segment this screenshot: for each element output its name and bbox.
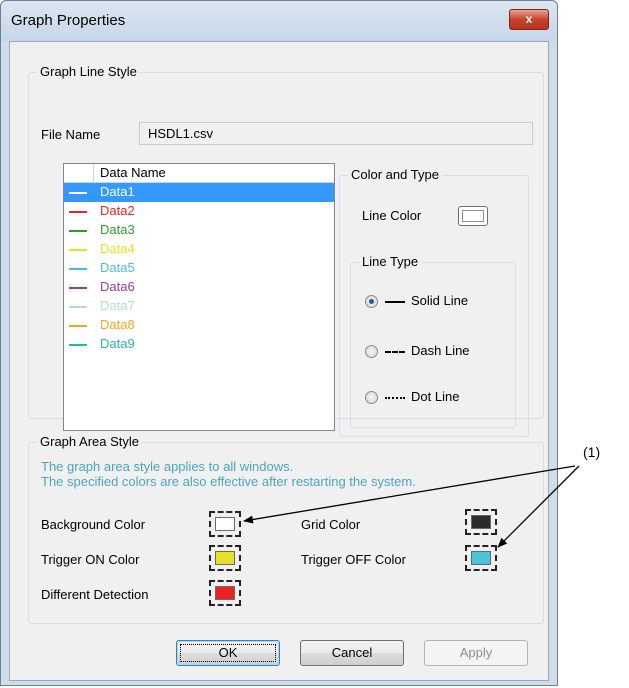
line-color-sample-icon xyxy=(69,249,87,251)
dialog-title: Graph Properties xyxy=(11,12,126,29)
data-name-column-header[interactable]: Data Name xyxy=(100,165,166,181)
list-item-label: Data8 xyxy=(100,317,135,332)
graph-area-style-group: Graph Area Style The graph area style ap… xyxy=(28,434,544,624)
line-color-sample-icon xyxy=(69,287,87,289)
list-item[interactable]: Data9 xyxy=(64,335,334,354)
list-item[interactable]: Data8 xyxy=(64,316,334,335)
data-name-list[interactable]: Data Name Data1 Data2 Data3 Data4 Data5 Data6… xyxy=(63,163,335,431)
background-color-swatch xyxy=(215,517,235,531)
graph-line-style-title: Graph Line Style xyxy=(37,64,140,80)
trigger-on-color-label: Trigger ON Color xyxy=(41,552,140,567)
background-color-label: Background Color xyxy=(41,517,146,532)
list-rows: Data1 Data2 Data3 Data4 Data5 Data6 Data7 Data8… xyxy=(64,183,334,354)
area-style-info-line-1: The graph area style applies to all wind… xyxy=(41,459,294,474)
list-item-label: Data5 xyxy=(100,260,135,275)
trigger-off-color-swatch xyxy=(471,551,491,565)
solid-line-label[interactable]: Solid Line xyxy=(411,293,468,309)
different-detection-color-swatch xyxy=(215,586,235,600)
cancel-button-label: Cancel xyxy=(331,645,373,660)
line-color-button[interactable] xyxy=(458,206,488,226)
graph-area-style-title: Graph Area Style xyxy=(37,434,142,450)
area-style-info-line-2: The specified colors are also effective … xyxy=(41,474,416,489)
list-header-swatch-column xyxy=(64,164,94,182)
list-item[interactable]: Data1 xyxy=(64,183,334,202)
dot-line-radio[interactable] xyxy=(365,391,378,404)
dash-line-sample-icon xyxy=(385,351,405,353)
dot-line-label[interactable]: Dot Line xyxy=(411,389,459,405)
line-color-sample-icon xyxy=(69,306,87,308)
apply-button-label: Apply xyxy=(459,645,493,660)
different-detection-color-button[interactable] xyxy=(209,580,241,606)
line-color-sample-icon xyxy=(69,325,87,327)
line-color-label: Line Color xyxy=(362,208,422,223)
list-item-label: Data3 xyxy=(100,222,135,237)
list-item-label: Data2 xyxy=(100,203,135,218)
background-color-button[interactable] xyxy=(209,511,241,537)
list-item-label: Data7 xyxy=(100,298,135,313)
file-name-field: HSDL1.csv xyxy=(139,122,533,145)
trigger-on-color-swatch xyxy=(215,551,235,565)
list-item[interactable]: Data3 xyxy=(64,221,334,240)
list-item-label: Data4 xyxy=(100,241,135,256)
list-item[interactable]: Data6 xyxy=(64,278,334,297)
color-and-type-title: Color and Type xyxy=(348,167,442,183)
line-color-sample-icon xyxy=(69,192,87,194)
ok-button[interactable]: OK xyxy=(176,640,280,666)
list-header: Data Name xyxy=(64,164,334,183)
graph-line-style-group: Graph Line Style File Name HSDL1.csv Dat… xyxy=(28,64,544,437)
graph-properties-dialog: Graph Properties x Graph Line Style File… xyxy=(0,0,558,686)
trigger-off-color-label: Trigger OFF Color xyxy=(301,552,406,567)
title-bar[interactable]: Graph Properties x xyxy=(1,1,557,41)
dash-line-radio[interactable] xyxy=(365,345,378,358)
color-and-type-group: Color and Type Line Color Line Type Soli… xyxy=(339,167,529,437)
grid-color-label: Grid Color xyxy=(301,517,361,532)
grid-color-swatch xyxy=(471,515,491,529)
ok-focus-rect xyxy=(180,644,276,662)
different-detection-label: Different Detection xyxy=(41,587,149,602)
line-color-swatch xyxy=(462,210,484,222)
solid-line-radio[interactable] xyxy=(365,295,378,308)
list-item-label: Data9 xyxy=(100,336,135,351)
close-icon: x xyxy=(525,12,533,26)
line-type-title: Line Type xyxy=(359,254,422,270)
dot-line-sample-icon xyxy=(385,397,405,399)
list-item[interactable]: Data2 xyxy=(64,202,334,221)
file-name-label: File Name xyxy=(41,127,101,142)
list-item-label: Data6 xyxy=(100,279,135,294)
dialog-body: Graph Line Style File Name HSDL1.csv Dat… xyxy=(9,41,549,681)
line-color-sample-icon xyxy=(69,211,87,213)
dash-line-label[interactable]: Dash Line xyxy=(411,343,470,359)
list-item[interactable]: Data5 xyxy=(64,259,334,278)
list-item-label: Data1 xyxy=(100,184,135,199)
solid-line-sample-icon xyxy=(385,301,405,303)
list-item[interactable]: Data7 xyxy=(64,297,334,316)
close-button[interactable]: x xyxy=(509,9,549,30)
line-color-sample-icon xyxy=(69,344,87,346)
line-type-group: Line Type Solid Line Dash Line Dot Line xyxy=(350,254,516,428)
trigger-off-color-button[interactable] xyxy=(465,545,497,571)
apply-button[interactable]: Apply xyxy=(424,640,528,666)
grid-color-button[interactable] xyxy=(465,509,497,535)
line-color-sample-icon xyxy=(69,268,87,270)
callout-label: (1) xyxy=(583,444,601,460)
cancel-button[interactable]: Cancel xyxy=(300,640,404,666)
line-color-sample-icon xyxy=(69,230,87,232)
list-item[interactable]: Data4 xyxy=(64,240,334,259)
trigger-on-color-button[interactable] xyxy=(209,545,241,571)
